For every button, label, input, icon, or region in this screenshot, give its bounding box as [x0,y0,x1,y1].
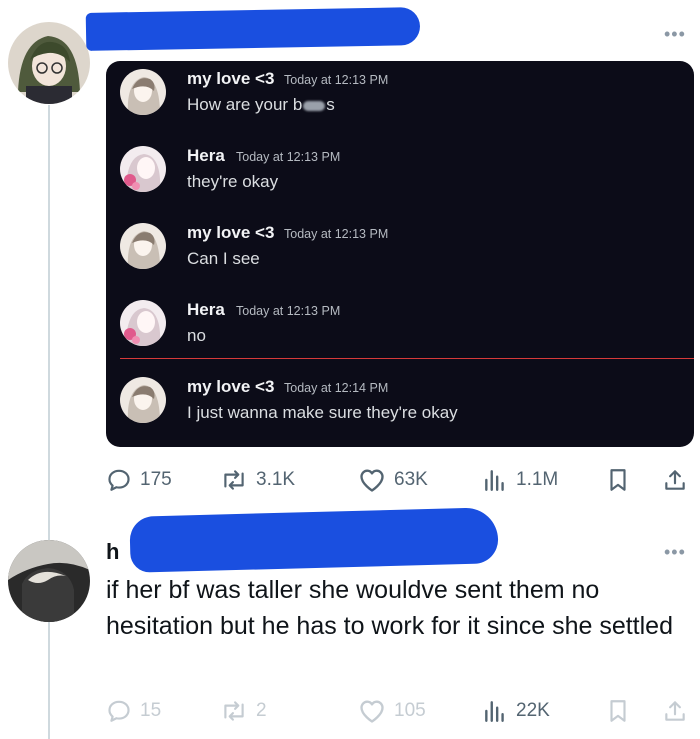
reply-text: if her bf was taller she wouldve sent th… [106,576,673,640]
chat-message-text: Can I see [187,249,260,268]
views-icon [485,470,504,491]
chat-author-name: my love <3 [187,377,275,396]
avatar [120,377,166,423]
chat-author-name: Hera [187,300,225,319]
views-icon [485,701,504,722]
thread-connector-line [48,105,50,739]
reply-author-avatar[interactable] [8,540,90,622]
chat-author-name: Hera [187,146,225,165]
repost-button[interactable]: 2 [220,694,267,728]
reply-more-icon[interactable]: ••• [664,543,686,561]
repost-count: 2 [256,700,267,721]
repost-button[interactable]: 3.1K [220,463,295,497]
chat-timestamp: Today at 12:13 PM [284,73,389,87]
post-more-icon[interactable]: ••• [664,25,686,43]
chat-message: my love <3 Today at 12:13 PM Can I see [106,219,694,279]
chat-author-name: my love <3 [187,69,275,88]
chat-message: my love <3 Today at 12:14 PM I just wann… [106,373,694,433]
chat-message-text: How are your bs [187,95,335,114]
avatar [120,146,166,192]
chat-message-text: no [187,326,206,345]
share-icon [665,701,685,721]
reply-count: 175 [140,469,172,490]
repost-icon [224,701,244,721]
reply-button[interactable]: 175 [106,463,172,497]
like-button[interactable]: 105 [358,694,426,728]
discord-chat-screenshot: my love <3 Today at 12:13 PM How are you… [106,61,694,447]
reply-icon [108,469,130,491]
chat-timestamp: Today at 12:13 PM [284,227,389,241]
avatar [120,300,166,346]
post-action-bar: 175 3.1K 63K 1.1M [106,463,694,497]
like-count: 63K [394,469,428,490]
share-icon [665,470,685,490]
avatar [120,69,166,115]
repost-count: 3.1K [256,469,296,490]
view-count: 22K [516,700,550,721]
new-messages-divider [120,358,694,359]
like-count: 105 [394,700,426,721]
bookmark-button[interactable] [606,694,638,728]
view-count: 1.1M [516,469,559,490]
chat-timestamp: Today at 12:13 PM [236,150,341,164]
chat-timestamp: Today at 12:14 PM [284,381,389,395]
chat-message-text: they're okay [187,172,279,191]
redacted-reply-author-name [129,507,499,573]
chat-timestamp: Today at 12:13 PM [236,304,341,318]
chat-message-text: I just wanna make sure they're okay [187,403,458,422]
reply-action-bar: 15 2 105 22K [106,694,694,728]
redacted-post-author-name [85,7,421,51]
chat-message: my love <3 Today at 12:13 PM How are you… [106,65,694,125]
chat-message: Hera Today at 12:13 PM no [106,296,694,356]
repost-icon [224,470,244,490]
reply-icon [108,700,130,722]
views-button[interactable]: 22K [482,694,550,728]
redacted-word-blur [303,100,326,111]
post-author-avatar[interactable] [8,22,90,104]
like-button[interactable]: 63K [358,463,428,497]
bookmark-icon [610,700,626,722]
views-button[interactable]: 1.1M [482,463,558,497]
like-icon [360,700,384,723]
share-button[interactable] [662,463,696,497]
reply-count: 15 [140,700,162,721]
share-button[interactable] [662,694,696,728]
reply-handle-visible-fragment: h [106,539,120,564]
avatar [120,223,166,269]
like-icon [360,469,384,492]
bookmark-button[interactable] [606,463,638,497]
bookmark-icon [610,469,626,491]
chat-author-name: my love <3 [187,223,275,242]
chat-message: Hera Today at 12:13 PM they're okay [106,142,694,202]
reply-button[interactable]: 15 [106,694,161,728]
thread-view: ••• my love <3 Today at 12:13 PM How are… [0,0,700,739]
